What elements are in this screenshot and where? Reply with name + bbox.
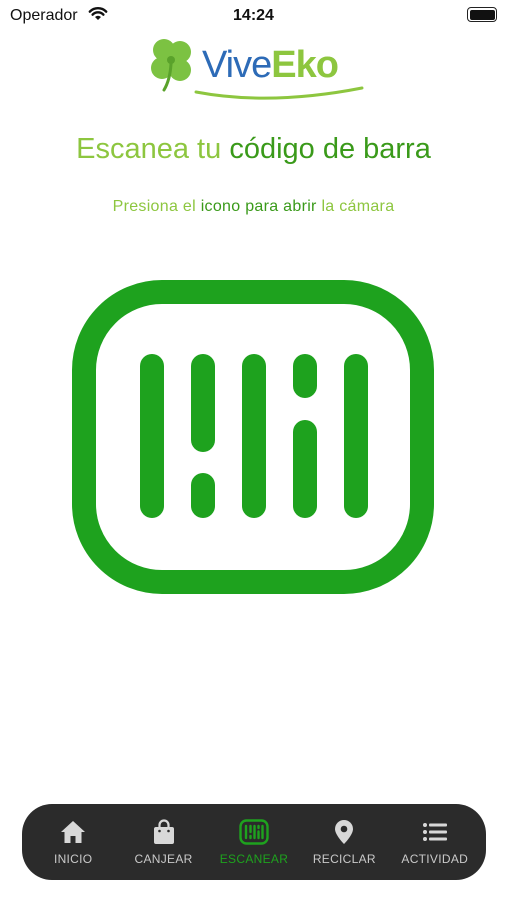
page-subtitle: Presiona el icono para abrir la cámara <box>0 198 507 216</box>
tab-inicio-label: INICIO <box>53 851 93 866</box>
open-camera-button[interactable] <box>72 280 434 594</box>
home-icon <box>61 820 86 843</box>
barcode-scan-icon <box>239 818 269 845</box>
logo-vive-text: Vive <box>202 44 272 86</box>
barcode-scan-icon <box>72 280 434 594</box>
tab-reciclar-label: RECICLAR <box>312 851 376 866</box>
tab-escanear[interactable]: ESCANEAR <box>210 818 298 866</box>
subtitle-part1: Presiona el <box>112 198 196 215</box>
page-title: Escanea tu código de barra <box>0 133 507 166</box>
subtitle-part2: icono para abrir <box>200 198 317 215</box>
title-light: Escanea tu <box>76 133 222 165</box>
logo-wordmark: ViveEko <box>202 44 339 87</box>
subtitle-part3: la cámara <box>321 198 395 215</box>
tab-canjear-label: CANJEAR <box>134 851 193 866</box>
tab-reciclar[interactable]: RECICLAR <box>300 819 388 866</box>
title-dark: código de barra <box>229 133 431 165</box>
bottom-tab-bar: INICIO CANJEAR ESCANEAR RECICLAR ACTIVID… <box>22 804 486 880</box>
tab-actividad-label: ACTIVIDAD <box>401 851 469 866</box>
viveeko-logo: ViveEko <box>140 30 370 102</box>
tab-canjear[interactable]: CANJEAR <box>120 818 208 866</box>
clock: 14:24 <box>233 7 274 24</box>
list-icon <box>422 822 447 841</box>
status-bar: Operador 14:24 <box>0 0 507 34</box>
tab-actividad[interactable]: ACTIVIDAD <box>391 819 479 866</box>
battery-icon <box>467 7 497 22</box>
tab-escanear-label: ESCANEAR <box>219 851 289 866</box>
shopping-bag-icon <box>153 818 174 844</box>
tab-inicio[interactable]: INICIO <box>29 819 117 866</box>
map-pin-icon <box>335 819 354 844</box>
logo-eko-text: Eko <box>271 44 339 86</box>
